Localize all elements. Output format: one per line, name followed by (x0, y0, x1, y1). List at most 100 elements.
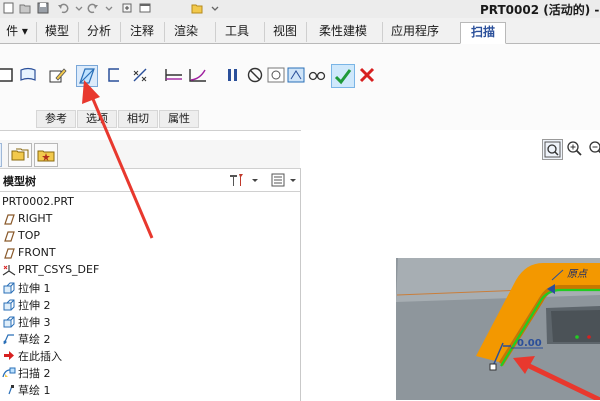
geometry-preview-button[interactable] (286, 65, 306, 85)
quick-access-new[interactable] (2, 1, 16, 15)
chevron-down-icon (252, 179, 258, 182)
tab-render[interactable]: 渲染 (164, 22, 207, 42)
constant-section-icon (165, 69, 182, 81)
quick-access-undo-menu[interactable] (72, 1, 86, 15)
group-options[interactable]: 选项 (77, 110, 117, 128)
thicken-button[interactable] (104, 65, 124, 85)
tree-settings-menu[interactable] (250, 174, 260, 186)
tree-filter-menu[interactable] (288, 174, 298, 186)
tree-item-insert-here[interactable]: 在此插入 (0, 347, 298, 364)
model-tree-title: 模型树 (3, 175, 36, 188)
tree-item-label: 拉伸 1 (18, 282, 51, 295)
datum-plane-icon (4, 214, 15, 225)
model-tree-header: 模型树 (0, 169, 300, 192)
quick-access-redo-menu[interactable] (102, 1, 116, 15)
ok-button[interactable] (331, 64, 355, 88)
quick-access-window[interactable] (138, 1, 152, 15)
sketch-button[interactable] (47, 65, 67, 85)
tree-item-extrude-2[interactable]: 拉伸 2 (0, 296, 298, 313)
variable-section-toggle-button[interactable] (188, 65, 208, 85)
quick-access-redo[interactable] (86, 1, 100, 15)
csys-icon (2, 265, 16, 276)
navigator-tab-favorites[interactable] (34, 143, 58, 167)
tree-item-label: 拉伸 3 (18, 316, 51, 329)
solid-icon (0, 68, 13, 82)
variable-section-button[interactable] (130, 65, 150, 85)
datum-plane-icon (4, 231, 15, 242)
navigator-toolbar (0, 140, 300, 168)
check-icon (334, 69, 352, 85)
solid-button[interactable] (0, 65, 16, 85)
quick-access-save[interactable] (36, 1, 50, 15)
attachment-preview-button[interactable] (266, 65, 286, 85)
tab-tools[interactable]: 工具 (215, 22, 258, 42)
dimension-value[interactable]: 0.00 (517, 338, 542, 349)
tree-item-extrude-3[interactable]: 拉伸 3 (0, 313, 298, 330)
title-bar: PRT0002 (活动的) - (0, 0, 600, 18)
redo-icon (87, 3, 98, 14)
group-references[interactable]: 参考 (36, 110, 76, 128)
navigator-tab-model-tree[interactable] (0, 143, 2, 167)
remove-material-button[interactable] (76, 65, 98, 87)
tree-item-label: TOP (18, 229, 41, 242)
chevron-down-icon: ▾ (18, 24, 28, 38)
quick-access-folder[interactable] (190, 1, 204, 15)
tree-settings-button[interactable] (228, 172, 246, 188)
tree-item-sketch-2[interactable]: 草绘 2 (0, 330, 298, 347)
pause-button[interactable] (223, 65, 243, 85)
chevron-down-icon (290, 179, 296, 182)
tree-item-label: RIGHT (18, 212, 53, 225)
tools-icon (230, 174, 243, 186)
graphics-viewport[interactable]: 原点 0.00 (301, 130, 600, 400)
open-folder-icon (19, 4, 31, 14)
navigator-tab-folder-browser[interactable] (8, 143, 32, 167)
tree-filter-button[interactable] (270, 172, 286, 188)
tab-file[interactable]: 件 ▾ (0, 22, 34, 42)
sweep-icon (2, 367, 16, 378)
verify-mode-button[interactable] (307, 65, 327, 85)
tab-file-label: 件 (6, 24, 19, 38)
csys-point (587, 335, 591, 339)
tree-item-label: FRONT (18, 246, 56, 259)
surface-button[interactable] (18, 65, 38, 85)
folder-icon (191, 4, 203, 14)
tree-item-sketch-1[interactable]: 草绘 1 (0, 381, 298, 398)
tree-item-top[interactable]: TOP (0, 228, 298, 245)
quick-access-undo[interactable] (56, 1, 70, 15)
tab-flexible-modeling[interactable]: 柔性建模 (306, 22, 379, 42)
group-tangency[interactable]: 相切 (118, 110, 158, 128)
start-point-handle[interactable] (489, 363, 497, 371)
tab-analysis[interactable]: 分析 (78, 22, 119, 42)
ribbon-panel: 参考 选项 相切 属性 (0, 44, 600, 131)
tree-item-sweep-2[interactable]: 扫描 2 (0, 364, 298, 381)
tree-item-part[interactable]: PRT0002.PRT (0, 194, 298, 211)
tree-item-right[interactable]: RIGHT (0, 211, 298, 228)
tree-item-csys[interactable]: PRT_CSYS_DEF (0, 262, 298, 279)
folder-browser-icon (11, 148, 29, 161)
glasses-icon (308, 71, 326, 81)
variable-curve-icon (189, 69, 206, 82)
tree-item-label: 拉伸 2 (18, 299, 51, 312)
no-preview-button[interactable] (245, 65, 265, 85)
tab-view[interactable]: 视图 (264, 22, 305, 42)
sketch-icon (3, 334, 14, 345)
close-icon (359, 67, 375, 83)
model-3d-view[interactable] (301, 130, 600, 400)
tab-model[interactable]: 模型 (36, 22, 77, 42)
new-file-icon (3, 2, 14, 14)
insert-here-icon (4, 351, 14, 360)
tree-item-front[interactable]: FRONT (0, 245, 298, 262)
tree-item-label: 在此插入 (18, 350, 62, 363)
tab-annotate[interactable]: 注释 (120, 22, 163, 42)
tree-item-extrude-1[interactable]: 拉伸 1 (0, 279, 298, 296)
quick-access-regenerate[interactable] (120, 1, 134, 15)
constant-section-button[interactable] (164, 65, 184, 85)
sketch-icon (8, 385, 14, 395)
tab-sweep[interactable]: 扫描 (460, 22, 506, 44)
group-properties[interactable]: 属性 (159, 110, 199, 128)
quick-access-customize[interactable] (208, 1, 222, 15)
cancel-button[interactable] (357, 65, 377, 85)
no-preview-icon (247, 67, 263, 83)
quick-access-open[interactable] (18, 1, 32, 15)
tab-applications[interactable]: 应用程序 (382, 22, 447, 42)
